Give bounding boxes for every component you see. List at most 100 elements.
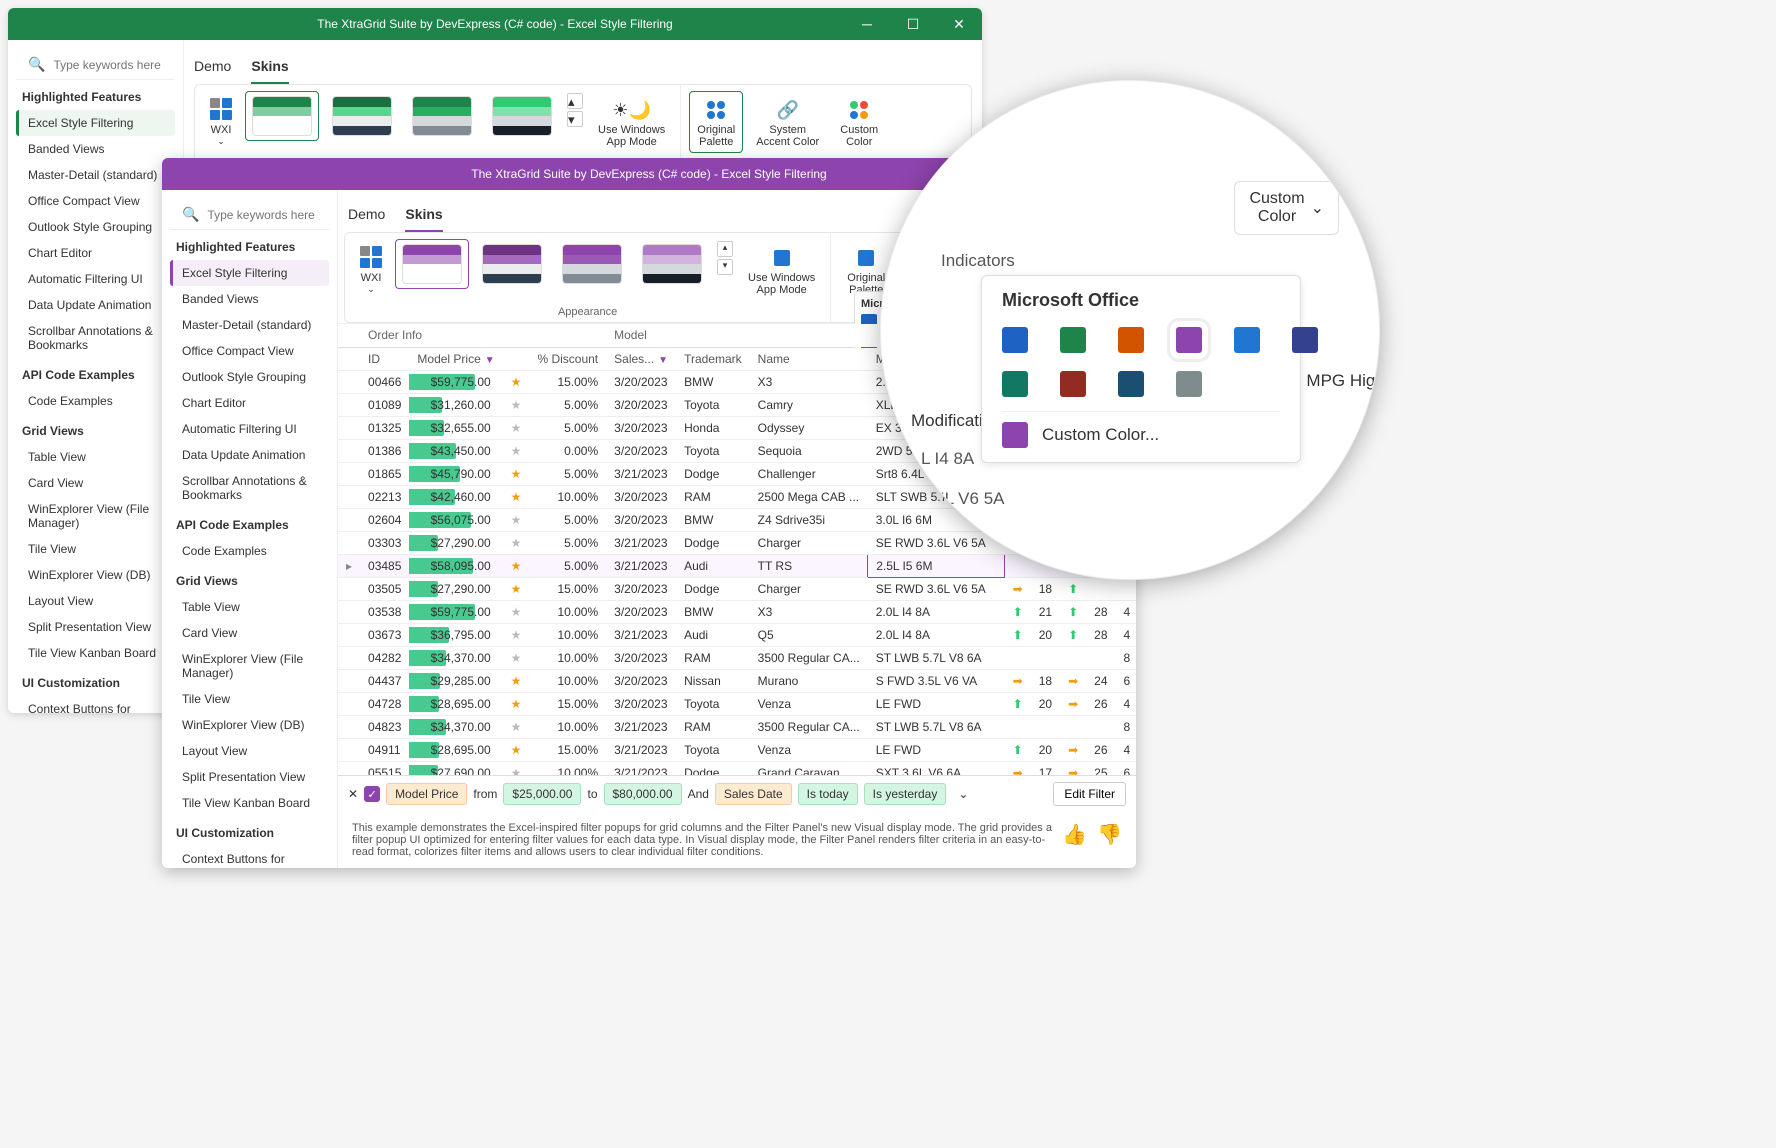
theme-more-up[interactable]: ▴ xyxy=(567,93,583,109)
sidebar-item[interactable]: Banded Views xyxy=(170,286,329,312)
palette-swatch[interactable] xyxy=(1002,327,1028,353)
system-accent-button[interactable]: 🔗System Accent Color xyxy=(749,91,826,153)
sidebar-item[interactable]: Scrollbar Annotations & Bookmarks xyxy=(16,318,175,358)
sidebar-item[interactable]: Split Presentation View xyxy=(16,614,175,640)
filter-icon[interactable]: ▼ xyxy=(658,355,668,366)
col-trademark[interactable]: Trademark xyxy=(676,347,750,370)
theme-swatch-1[interactable] xyxy=(245,91,319,141)
close-button[interactable]: ✕ xyxy=(936,8,982,40)
theme-swatch-3[interactable] xyxy=(405,91,479,141)
sidebar-item[interactable]: Split Presentation View xyxy=(170,764,329,790)
col-group-order[interactable]: Order Info xyxy=(360,324,606,347)
palette-swatch[interactable] xyxy=(1292,327,1318,353)
sidebar-item[interactable]: Code Examples xyxy=(16,388,175,414)
filter-value-2[interactable]: $80,000.00 xyxy=(604,783,682,805)
sidebar-item[interactable]: Data Update Animation xyxy=(170,442,329,468)
wxi-skin-button[interactable]: WXI⌄ xyxy=(353,239,389,302)
tab-skins[interactable]: Skins xyxy=(405,196,442,232)
palette-swatch[interactable] xyxy=(1002,371,1028,397)
sidebar-item[interactable]: Tile View Kanban Board xyxy=(16,640,175,666)
edit-filter-button[interactable]: Edit Filter xyxy=(1053,782,1126,806)
sidebar-item[interactable]: Chart Editor xyxy=(170,390,329,416)
palette-swatch[interactable] xyxy=(1118,327,1144,353)
thumbs-up-icon[interactable]: 👍 xyxy=(1062,822,1087,847)
palette-swatch[interactable] xyxy=(1060,371,1086,397)
sidebar-item[interactable]: Card View xyxy=(170,620,329,646)
custom-color-row[interactable]: Custom Color... xyxy=(1002,411,1280,448)
clear-filter-button[interactable]: ✕ xyxy=(348,787,358,801)
table-row[interactable]: 04282$34,370.00★10.00%3/20/2023RAM3500 R… xyxy=(338,646,1136,669)
sidebar-item[interactable]: Master-Detail (standard) xyxy=(170,312,329,338)
theme-swatch-3[interactable] xyxy=(555,239,629,289)
filter-yesterday[interactable]: Is yesterday xyxy=(864,783,947,805)
minimize-button[interactable]: ─ xyxy=(844,8,890,40)
filter-enabled-checkbox[interactable]: ✓ xyxy=(364,786,380,802)
sidebar-item[interactable]: Scrollbar Annotations & Bookmarks xyxy=(170,468,329,508)
filter-expand-icon[interactable]: ⌄ xyxy=(952,787,974,801)
theme-swatch-4[interactable] xyxy=(485,91,559,141)
tab-demo[interactable]: Demo xyxy=(348,196,385,232)
col-id[interactable]: ID xyxy=(360,347,409,370)
tab-demo[interactable]: Demo xyxy=(194,48,231,84)
col-price[interactable]: Model Price▼ xyxy=(409,347,502,370)
titlebar[interactable]: The XtraGrid Suite by DevExpress (C# cod… xyxy=(8,8,982,40)
table-row[interactable]: 04728$28,695.00★15.00%3/20/2023ToyotaVen… xyxy=(338,692,1136,715)
sidebar-item[interactable]: Master-Detail (standard) xyxy=(16,162,175,188)
table-row[interactable]: 03538$59,775.00★10.00%3/20/2023BMWX32.0L… xyxy=(338,600,1136,623)
sidebar-item[interactable]: WinExplorer View (File Manager) xyxy=(170,646,329,686)
sidebar-item[interactable]: Code Examples xyxy=(170,538,329,564)
palette-swatch[interactable] xyxy=(1176,371,1202,397)
sidebar-item[interactable]: Office Compact View xyxy=(16,188,175,214)
palette-swatch[interactable] xyxy=(1176,327,1202,353)
sidebar-item[interactable]: Outlook Style Grouping xyxy=(16,214,175,240)
theme-swatch-2[interactable] xyxy=(475,239,549,289)
thumbs-down-icon[interactable]: 👎 xyxy=(1097,822,1122,847)
table-row[interactable]: 05515$27,690.00★10.00%3/21/2023DodgeGran… xyxy=(338,761,1136,775)
theme-swatch-4[interactable] xyxy=(635,239,709,289)
col-discount[interactable]: % Discount xyxy=(529,347,606,370)
maximize-button[interactable]: ☐ xyxy=(890,8,936,40)
theme-more-down[interactable]: ▾ xyxy=(717,259,733,275)
sidebar-item[interactable]: WinExplorer View (DB) xyxy=(170,712,329,738)
sidebar-item[interactable]: Tile View xyxy=(170,686,329,712)
sidebar-item[interactable]: Excel Style Filtering xyxy=(170,260,329,286)
theme-more-up[interactable]: ▴ xyxy=(717,241,733,257)
col-group-model[interactable]: Model xyxy=(606,324,868,347)
col-sales[interactable]: Sales...▼ xyxy=(606,347,676,370)
sidebar-item[interactable]: WinExplorer View (File Manager) xyxy=(16,496,175,536)
table-row[interactable]: 03673$36,795.00★10.00%3/21/2023AudiQ52.0… xyxy=(338,623,1136,646)
filter-today[interactable]: Is today xyxy=(798,783,858,805)
sidebar-item[interactable]: Automatic Filtering UI xyxy=(170,416,329,442)
table-row[interactable]: 04823$34,370.00★10.00%3/21/2023RAM3500 R… xyxy=(338,715,1136,738)
windows-app-mode-button[interactable]: Use Windows App Mode xyxy=(741,239,822,301)
sidebar-item[interactable]: Banded Views xyxy=(16,136,175,162)
sidebar-item[interactable]: Excel Style Filtering xyxy=(16,110,175,136)
windows-app-mode-button[interactable]: ☀🌙 Use Windows App Mode xyxy=(591,91,672,153)
sidebar-item[interactable]: Data Update Animation xyxy=(16,292,175,318)
sidebar-item[interactable]: Context Buttons for WinExplorerView xyxy=(16,696,175,713)
theme-swatch-1[interactable] xyxy=(395,239,469,289)
palette-swatch[interactable] xyxy=(1060,327,1086,353)
theme-swatch-2[interactable] xyxy=(325,91,399,141)
filter-field-2[interactable]: Sales Date xyxy=(715,783,792,805)
sidebar-item[interactable]: Tile View Kanban Board xyxy=(170,790,329,816)
sidebar-item[interactable]: Card View xyxy=(16,470,175,496)
sidebar-item[interactable]: Context Buttons for WinExplorerView xyxy=(170,846,329,868)
sidebar-item[interactable]: WinExplorer View (DB) xyxy=(16,562,175,588)
theme-more-down[interactable]: ▾ xyxy=(567,111,583,127)
sidebar-item[interactable]: Automatic Filtering UI xyxy=(16,266,175,292)
table-row[interactable]: 04437$29,285.00★10.00%3/20/2023NissanMur… xyxy=(338,669,1136,692)
original-palette-button[interactable]: Original Palette xyxy=(689,91,743,153)
sidebar-item[interactable]: Chart Editor xyxy=(16,240,175,266)
sidebar-item[interactable]: Layout View xyxy=(170,738,329,764)
table-row[interactable]: 04911$28,695.00★15.00%3/21/2023ToyotaVen… xyxy=(338,738,1136,761)
sidebar-item[interactable]: Office Compact View xyxy=(170,338,329,364)
sidebar-item[interactable]: Table View xyxy=(16,444,175,470)
palette-swatch[interactable] xyxy=(1234,327,1260,353)
filter-value-1[interactable]: $25,000.00 xyxy=(503,783,581,805)
sidebar-item[interactable]: Table View xyxy=(170,594,329,620)
filter-field-1[interactable]: Model Price xyxy=(386,783,467,805)
col-name[interactable]: Name xyxy=(750,347,868,370)
custom-color-dropdown[interactable]: Custom Color ⌄ xyxy=(1234,181,1339,235)
search-input[interactable] xyxy=(53,58,184,72)
